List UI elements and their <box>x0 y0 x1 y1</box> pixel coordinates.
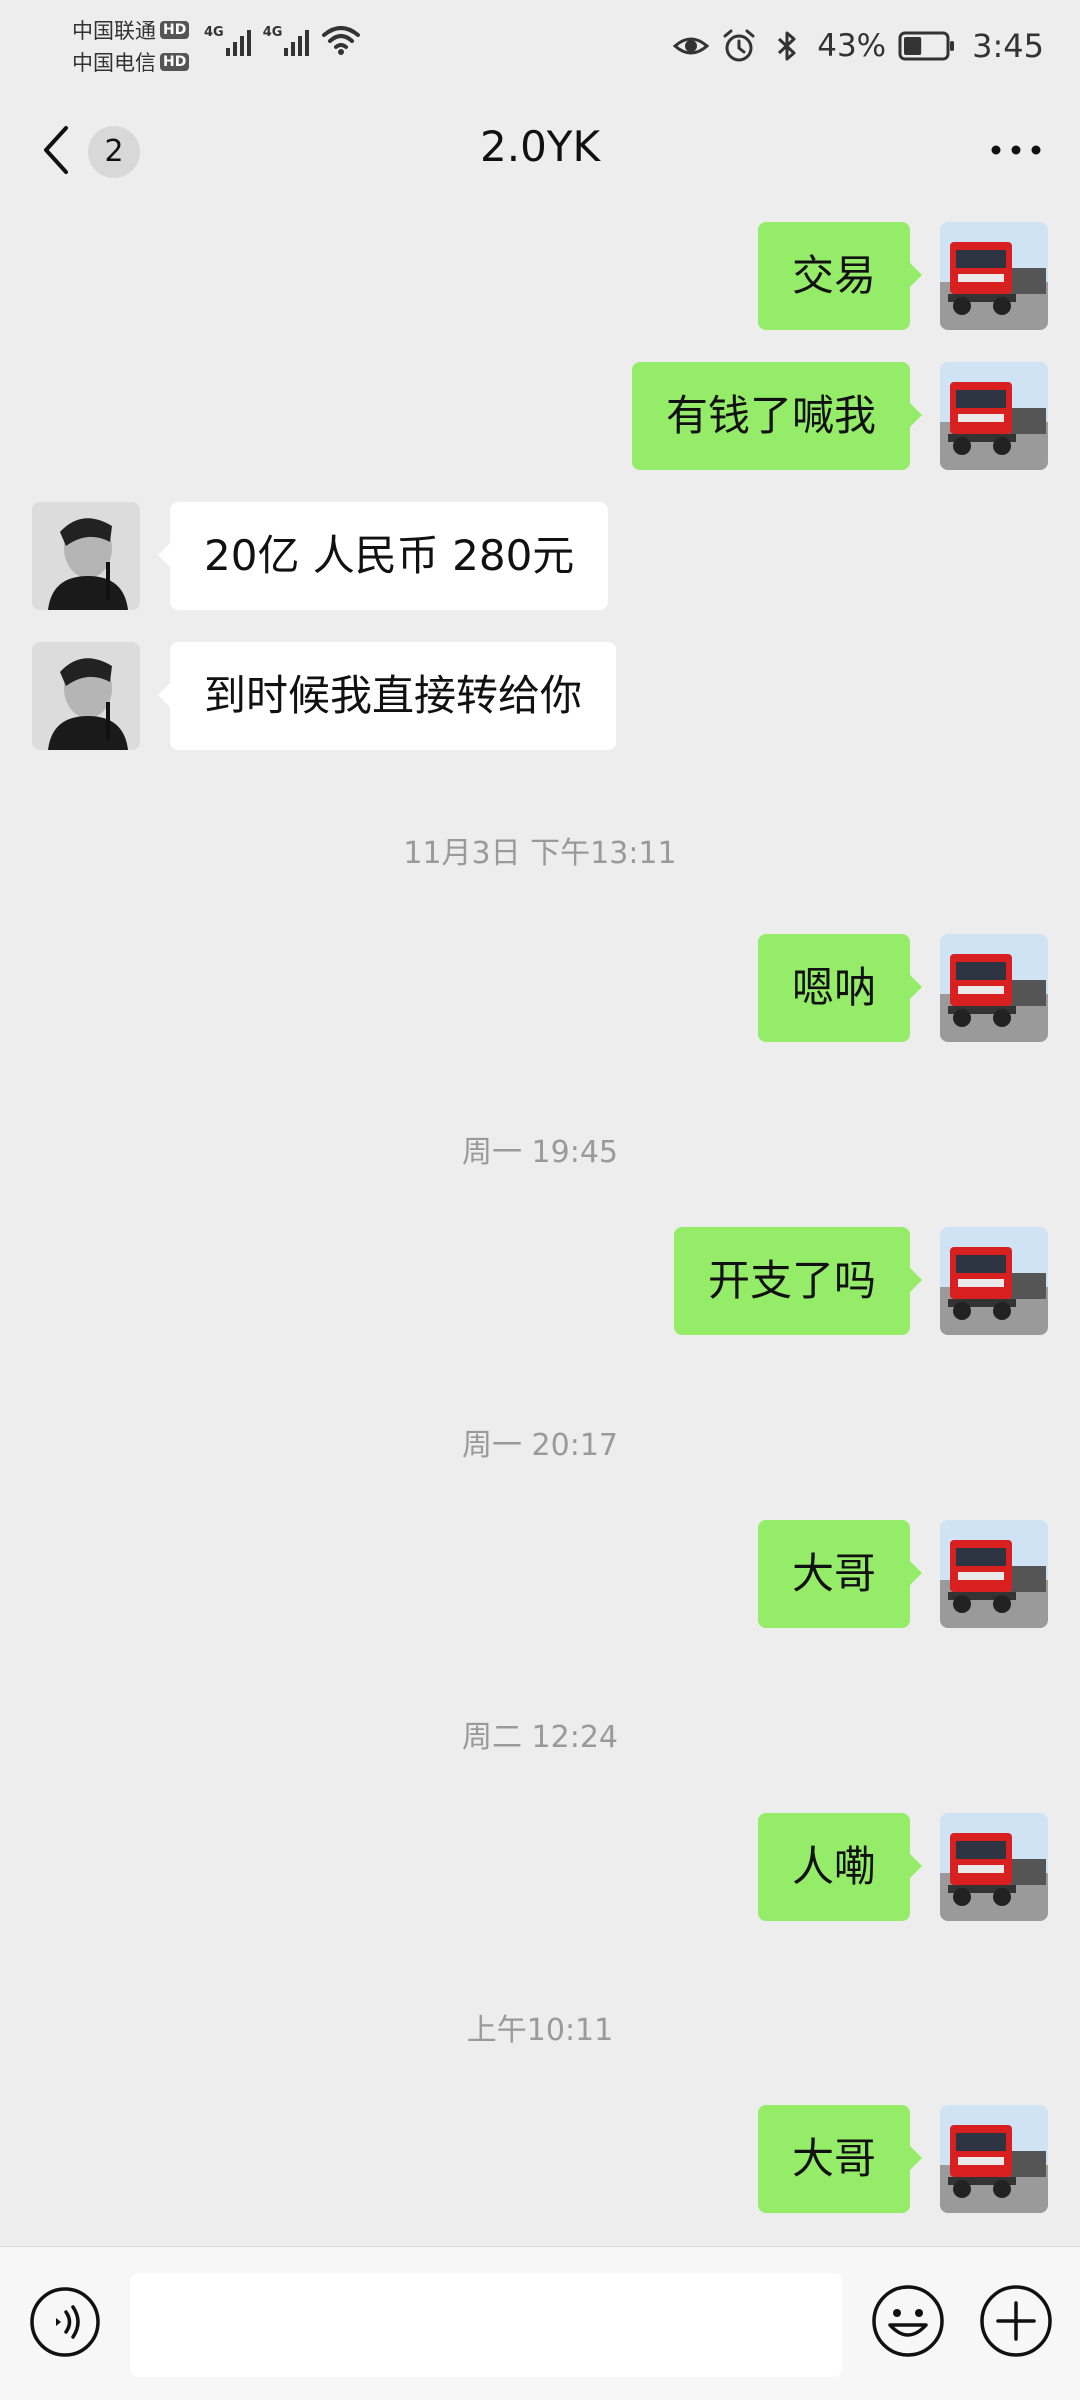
sent-message-bubble[interactable]: 交易 <box>757 222 923 330</box>
more-options-icon[interactable] <box>988 140 1044 160</box>
message-input[interactable] <box>130 2273 842 2377</box>
my-avatar[interactable] <box>940 362 1048 470</box>
message-timestamp: 上午10:11 <box>466 2013 614 2048</box>
received-message-bubble[interactable]: 到时候我直接转给你 <box>157 642 617 750</box>
input-bar <box>0 2246 1080 2400</box>
chat-title: 2.0YK <box>480 122 600 171</box>
bluetooth-icon <box>778 31 796 61</box>
hd-badge: HD <box>160 21 190 39</box>
clock: 3:45 <box>972 27 1044 65</box>
network-indicators: 4G 4G <box>204 24 361 56</box>
battery-icon <box>898 31 955 61</box>
sent-message-row: 开支了吗 <box>0 1227 1080 1337</box>
carrier-1-label: 中国联通 <box>72 19 156 43</box>
sent-message-row: 大哥 <box>0 2105 1080 2215</box>
signal-icon: 4G <box>263 26 310 56</box>
my-avatar[interactable] <box>940 934 1048 1042</box>
unread-count-badge[interactable]: 2 <box>88 126 140 178</box>
sent-message-bubble[interactable]: 大哥 <box>757 2105 923 2213</box>
message-timestamp: 11月3日 下午13:11 <box>403 836 677 871</box>
my-avatar[interactable] <box>940 222 1048 330</box>
chat-header: 2 2.0YK <box>0 96 1080 208</box>
sent-message-bubble[interactable]: 开支了吗 <box>673 1227 923 1335</box>
message-timestamp: 周二 12:24 <box>462 1720 618 1755</box>
plus-icon[interactable] <box>978 2283 1054 2359</box>
my-avatar[interactable] <box>940 2105 1048 2213</box>
emoji-icon[interactable] <box>870 2283 946 2359</box>
message-list[interactable]: 交易有钱了喊我 20亿 人民币 280元 到时候我直接转给你 11月3日 下午13:1… <box>0 210 1080 2240</box>
contact-avatar[interactable] <box>32 642 140 750</box>
wifi-icon <box>322 26 361 55</box>
my-avatar[interactable] <box>940 1520 1048 1628</box>
sent-message-row: 交易 <box>0 222 1080 332</box>
carrier-2-label: 中国电信 <box>72 51 156 75</box>
battery-percent: 43% <box>817 28 887 64</box>
sent-message-row: 大哥 <box>0 1520 1080 1630</box>
received-message-row: 到时候我直接转给你 <box>0 642 1080 752</box>
signal-icon: 4G <box>204 26 251 56</box>
voice-icon[interactable] <box>28 2285 102 2359</box>
sent-message-row: 嗯呐 <box>0 934 1080 1044</box>
sent-message-bubble[interactable]: 人嘞 <box>757 1813 923 1921</box>
hd-badge: HD <box>160 53 190 71</box>
back-arrow-icon[interactable] <box>36 122 76 178</box>
alarm-icon <box>723 29 755 62</box>
my-avatar[interactable] <box>940 1227 1048 1335</box>
message-timestamp: 周一 19:45 <box>462 1135 618 1170</box>
eye-icon <box>673 37 710 55</box>
sent-message-row: 人嘞 <box>0 1813 1080 1923</box>
sent-message-bubble[interactable]: 嗯呐 <box>757 934 923 1042</box>
message-timestamp: 周一 20:17 <box>462 1428 618 1463</box>
my-avatar[interactable] <box>940 1813 1048 1921</box>
sent-message-bubble[interactable]: 大哥 <box>757 1520 923 1628</box>
sent-message-row: 有钱了喊我 <box>0 362 1080 472</box>
status-bar: 中国联通 HD 中国电信 HD 4G 4G 43% 3:45 <box>0 0 1080 92</box>
sent-message-bubble[interactable]: 有钱了喊我 <box>631 362 923 470</box>
received-message-row: 20亿 人民币 280元 <box>0 502 1080 612</box>
contact-avatar[interactable] <box>32 502 140 610</box>
carrier-info: 中国联通 HD 中国电信 HD <box>72 14 190 78</box>
received-message-bubble[interactable]: 20亿 人民币 280元 <box>157 502 609 610</box>
